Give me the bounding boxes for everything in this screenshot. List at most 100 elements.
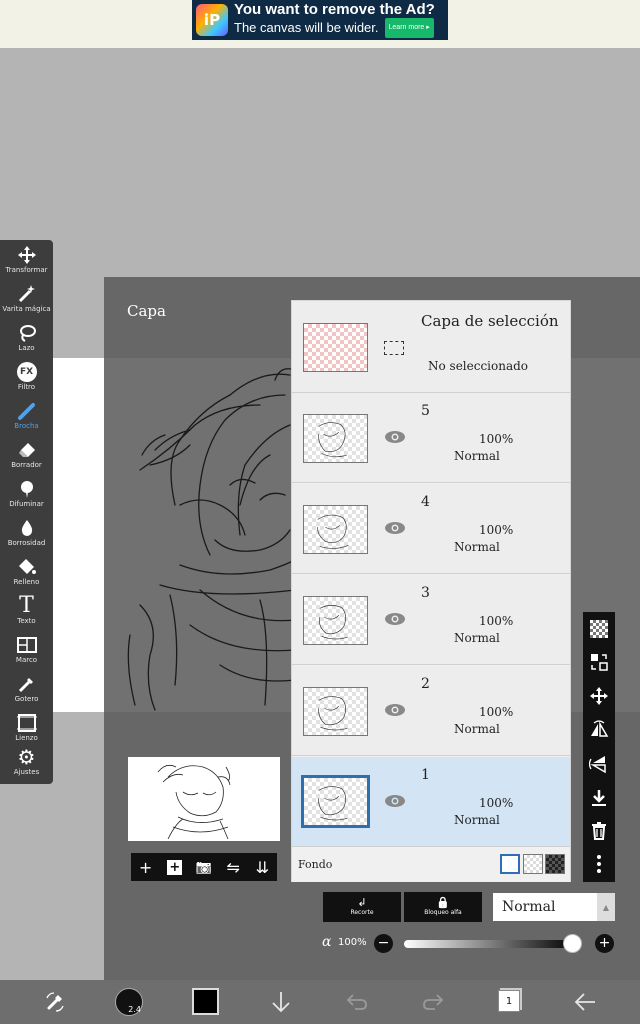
tool-brush[interactable]: Brocha xyxy=(0,400,53,438)
tool-text[interactable]: T Texto xyxy=(0,595,53,633)
import-photo-button[interactable]: 📷 xyxy=(194,857,214,877)
transparent-fill-button[interactable] xyxy=(587,617,611,641)
magic-wand-icon xyxy=(15,283,39,305)
ad-learn-more-button[interactable]: Learn more ▸ xyxy=(384,18,434,38)
merge-layer-button[interactable]: ⇊ xyxy=(252,857,272,877)
opacity-increase-button[interactable]: + xyxy=(595,934,614,953)
delete-layer-button[interactable] xyxy=(587,819,611,843)
flip-vertical-button[interactable] xyxy=(587,752,611,776)
tool-lasso[interactable]: Lazo xyxy=(0,322,53,360)
background-white-option[interactable] xyxy=(500,854,520,874)
canvas-preview[interactable] xyxy=(128,757,280,841)
flip-layer-button[interactable]: ⇋ xyxy=(223,857,243,877)
layer-number: 5 xyxy=(421,403,430,419)
layer-blend-mode: Normal xyxy=(454,631,500,645)
selection-layer[interactable]: Capa de selección No seleccionado xyxy=(292,301,570,393)
layer-opacity: 100% xyxy=(479,614,514,628)
color-picker-button[interactable] xyxy=(192,988,219,1015)
tool-smudge[interactable]: Difuminar xyxy=(0,478,53,516)
tool-eyedropper[interactable]: Gotero xyxy=(0,673,53,711)
arrow-left-icon xyxy=(574,993,595,1011)
eye-icon[interactable] xyxy=(384,430,406,444)
chevron-up-icon: ▲ xyxy=(597,893,615,921)
layer-row-4[interactable]: 4 100% Normal xyxy=(292,484,570,574)
tool-transform[interactable]: Transformar xyxy=(0,244,53,282)
alpha-symbol: α xyxy=(322,934,332,950)
layer-blend-mode: Normal xyxy=(454,540,500,554)
layer-opacity: 100% xyxy=(479,523,514,537)
preview-sketch xyxy=(157,764,231,840)
brush-eraser-swap-icon xyxy=(46,992,64,1012)
opacity-slider-thumb[interactable] xyxy=(562,934,582,953)
flip-vertical-icon xyxy=(589,756,606,774)
opacity-slider-track[interactable] xyxy=(404,940,576,948)
tool-magic-wand[interactable]: Varita mágica xyxy=(0,283,53,321)
frame-divider-icon xyxy=(15,634,39,656)
layer-actions-bar: + + 📷 ⇋ ⇊ xyxy=(131,853,277,881)
tool-settings[interactable]: ⚙ Ajustes xyxy=(0,746,53,784)
eye-icon[interactable] xyxy=(384,612,406,626)
alpha-lock-button[interactable]: 🔒 Bloqueo alfa xyxy=(404,892,482,922)
tool-label: Borrador xyxy=(11,461,42,469)
layer-opacity: 100% xyxy=(479,796,514,810)
duplicate-layer-button[interactable]: + xyxy=(165,857,185,877)
plus-icon: + xyxy=(138,857,153,877)
eye-icon[interactable] xyxy=(384,794,406,808)
eye-icon[interactable] xyxy=(384,703,406,717)
layer-row-1[interactable]: 1 100% Normal xyxy=(292,757,570,847)
add-layer-button[interactable]: + xyxy=(136,857,156,877)
background-dark-option[interactable] xyxy=(545,854,565,874)
layer-number: 3 xyxy=(421,585,430,601)
layer-blend-mode: Normal xyxy=(454,813,500,827)
layer-row-2[interactable]: 2 100% Normal xyxy=(292,666,570,756)
layer-row-5[interactable]: 5 100% Normal xyxy=(292,393,570,483)
opacity-control: α 100% − + xyxy=(322,932,622,956)
layer-number: 2 xyxy=(421,676,430,692)
merge-icon: ⇊ xyxy=(255,857,270,877)
flip-horizontal-button[interactable] xyxy=(587,718,611,742)
layer-blend-mode: Normal xyxy=(454,449,500,463)
clipping-button[interactable]: ↲ Recorte xyxy=(323,892,401,922)
tool-label: Filtro xyxy=(17,383,36,391)
back-button[interactable] xyxy=(570,987,600,1017)
layer-row-3[interactable]: 3 100% Normal xyxy=(292,575,570,665)
more-options-button[interactable] xyxy=(587,852,611,876)
opacity-decrease-button[interactable]: − xyxy=(374,934,393,953)
blend-mode-select[interactable]: Normal ▲ xyxy=(493,893,615,921)
tool-fill[interactable]: Relleno xyxy=(0,556,53,594)
ad-banner[interactable]: iP You want to remove the Ad? The canvas… xyxy=(192,0,448,40)
merge-down-icon xyxy=(592,790,606,806)
text-icon: T xyxy=(19,593,34,618)
undo-button[interactable] xyxy=(342,987,372,1017)
eye-icon[interactable] xyxy=(384,521,406,535)
background-layer-row: Fondo xyxy=(292,850,570,882)
move-layer-button[interactable] xyxy=(587,684,611,708)
layer-thumbnail xyxy=(303,414,368,463)
tool-label: Varita mágica xyxy=(2,305,51,313)
layers-button[interactable]: 1 xyxy=(498,990,520,1012)
redo-button[interactable] xyxy=(418,987,448,1017)
layer-opacity: 100% xyxy=(479,705,514,719)
layer-list: Capa de selección No seleccionado 5 100%… xyxy=(291,300,571,882)
tool-label: Transformar xyxy=(5,266,48,274)
redo-icon xyxy=(423,994,444,1010)
layer-thumbnail xyxy=(301,775,370,828)
more-icon xyxy=(597,855,601,873)
tool-frame[interactable]: Marco xyxy=(0,634,53,672)
move-down-button[interactable] xyxy=(266,987,296,1017)
lock-icon: 🔒 xyxy=(436,896,450,909)
layer-thumbnail xyxy=(303,687,368,736)
merge-down-button[interactable] xyxy=(587,786,611,810)
tool-eraser[interactable]: Borrador xyxy=(0,439,53,477)
checker-icon xyxy=(590,620,608,638)
selection-layer-title: Capa de selección xyxy=(421,312,559,330)
background-transparent-option[interactable] xyxy=(523,854,543,874)
tool-filter[interactable]: FX Filtro xyxy=(0,361,53,399)
move-icon xyxy=(590,687,608,705)
tool-blur[interactable]: Borrosidad xyxy=(0,517,53,555)
swap-icon xyxy=(591,654,608,671)
panel-title: Capa xyxy=(127,302,166,320)
brush-size-button[interactable]: 2.4 xyxy=(115,988,143,1016)
tool-switch-button[interactable] xyxy=(40,987,70,1017)
swap-layer-button[interactable] xyxy=(587,650,611,674)
